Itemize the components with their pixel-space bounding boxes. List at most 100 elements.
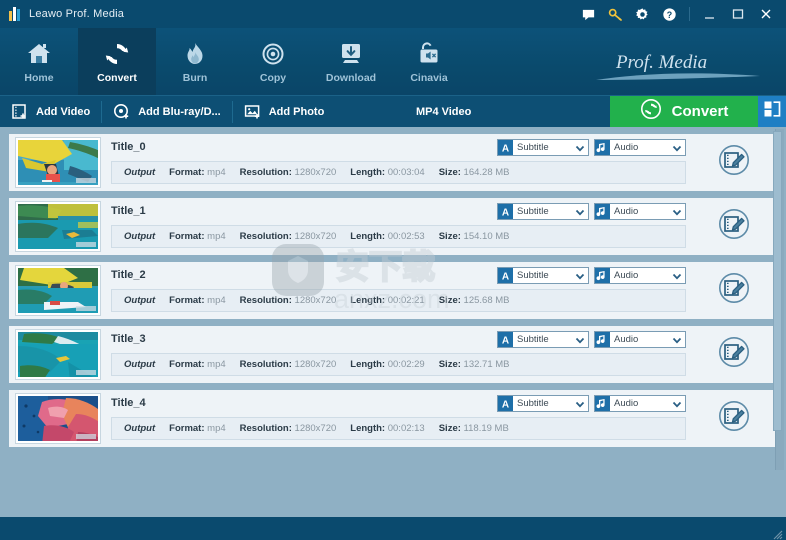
chevron-down-icon[interactable]	[572, 140, 588, 155]
table-row[interactable]: Title_1 Output Format: mp4 Resolution: 1…	[8, 197, 778, 256]
table-row[interactable]: Title_3 Output Format: mp4 Resolution: 1…	[8, 325, 778, 384]
chevron-down-icon[interactable]	[669, 204, 685, 219]
chevron-down-icon[interactable]	[669, 140, 685, 155]
table-row[interactable]: Title_0 Output Format: mp4 Resolution: 1…	[8, 133, 778, 192]
table-row[interactable]: Title_2 Output Format: mp4 Resolution: 1…	[8, 261, 778, 320]
format-value: mp4	[207, 167, 226, 178]
subtitle-value: Subtitle	[517, 142, 549, 153]
resolution-value: 1280x720	[294, 359, 337, 370]
close-icon[interactable]	[758, 7, 774, 21]
nav-item-copy[interactable]: Copy	[234, 28, 312, 95]
add-photo-button[interactable]: Add Photo	[233, 96, 336, 128]
action-toolbar: Add Video Add Blu-ray/D... Add Photo MP4…	[0, 95, 786, 128]
edit-button[interactable]	[696, 134, 772, 191]
length-label: Length:	[350, 295, 386, 306]
chevron-down-icon[interactable]	[572, 268, 588, 283]
audio-value: Audio	[614, 206, 639, 217]
resolution-label: Resolution:	[239, 231, 292, 242]
format-value: mp4	[207, 423, 226, 434]
chevron-down-icon[interactable]	[669, 332, 685, 347]
size-value: 164.28 MB	[463, 167, 510, 178]
chevron-down-icon[interactable]	[669, 268, 685, 283]
scrollbar-thumb[interactable]	[773, 131, 782, 431]
add-bluray-button[interactable]: Add Blu-ray/D...	[102, 96, 232, 128]
title-bar-controls: ?	[581, 7, 786, 22]
chevron-down-icon[interactable]	[572, 204, 588, 219]
nav-label-convert: Convert	[97, 71, 137, 84]
row-title: Title_0	[111, 141, 146, 153]
edit-button[interactable]	[696, 326, 772, 383]
length-label: Length:	[350, 167, 386, 178]
convert-button[interactable]: Convert	[610, 95, 758, 128]
maximize-icon[interactable]	[730, 7, 746, 21]
subtitle-a-icon: A	[498, 332, 513, 347]
audio-note-icon	[595, 204, 610, 219]
subtitle-a-icon: A	[498, 396, 513, 411]
thumbnail	[15, 393, 101, 444]
size-field: Size: 154.10 MB	[439, 231, 510, 242]
chevron-down-icon[interactable]	[572, 396, 588, 411]
thumbnail	[15, 265, 101, 316]
minimize-icon[interactable]	[702, 7, 718, 21]
resolution-field: Resolution: 1280x720	[240, 231, 337, 242]
output-format-label[interactable]: MP4 Video	[335, 106, 610, 118]
audio-value: Audio	[614, 142, 639, 153]
track-selects: A Subtitle Audio	[497, 267, 686, 284]
subtitle-select[interactable]: A Subtitle	[497, 331, 589, 348]
output-info: Output Format: mp4 Resolution: 1280x720 …	[111, 289, 686, 312]
track-selects: A Subtitle Audio	[497, 139, 686, 156]
gear-icon[interactable]	[635, 7, 650, 22]
audio-note-icon	[595, 332, 610, 347]
add-video-button[interactable]: Add Video	[0, 96, 101, 128]
edit-button[interactable]	[696, 262, 772, 319]
audio-select[interactable]: Audio	[594, 267, 686, 284]
format-label: Format:	[169, 231, 205, 242]
window-title: Leawo Prof. Media	[29, 8, 125, 20]
audio-select[interactable]: Audio	[594, 395, 686, 412]
nav-item-burn[interactable]: Burn	[156, 28, 234, 95]
output-info: Output Format: mp4 Resolution: 1280x720 …	[111, 225, 686, 248]
scrollbar-track[interactable]	[773, 129, 784, 470]
format-value: mp4	[207, 231, 226, 242]
format-field: Format: mp4	[169, 423, 226, 434]
convert-circle-icon	[640, 98, 662, 125]
subtitle-select[interactable]: A Subtitle	[497, 203, 589, 220]
format-value: mp4	[207, 295, 226, 306]
edit-video-icon	[717, 271, 751, 310]
title-bar-divider	[689, 7, 690, 21]
edit-button[interactable]	[696, 390, 772, 447]
panel-toggle-button[interactable]	[758, 95, 786, 128]
nav-item-download[interactable]: Download	[312, 28, 390, 95]
svg-text:A: A	[502, 271, 509, 282]
row-title: Title_2	[111, 269, 146, 281]
audio-note-icon	[595, 396, 610, 411]
edit-button[interactable]	[696, 198, 772, 255]
size-value: 118.19 MB	[463, 423, 509, 434]
subtitle-value: Subtitle	[517, 334, 549, 345]
chevron-down-icon[interactable]	[669, 396, 685, 411]
chevron-down-icon[interactable]	[572, 332, 588, 347]
row-title: Title_4	[111, 397, 146, 409]
help-circle-icon[interactable]: ?	[662, 7, 677, 22]
row-title: Title_1	[111, 205, 146, 217]
audio-select[interactable]: Audio	[594, 139, 686, 156]
nav-item-home[interactable]: Home	[0, 28, 78, 95]
key-icon[interactable]	[608, 7, 623, 22]
size-label: Size:	[438, 231, 461, 242]
thumbnail-timestamp	[76, 306, 96, 311]
subtitle-select[interactable]: A Subtitle	[497, 395, 589, 412]
subtitle-value: Subtitle	[517, 206, 549, 217]
length-field: Length: 00:02:53	[350, 231, 424, 242]
nav-item-cinavia[interactable]: Cinavia	[390, 28, 468, 95]
subtitle-select[interactable]: A Subtitle	[497, 139, 589, 156]
nav-item-convert[interactable]: Convert	[78, 28, 156, 95]
resize-grip-icon[interactable]	[772, 527, 783, 540]
subtitle-select[interactable]: A Subtitle	[497, 267, 589, 284]
add-photo-label: Add Photo	[268, 105, 325, 118]
table-row[interactable]: Title_4 Output Format: mp4 Resolution: 1…	[8, 389, 778, 448]
chat-bubble-icon[interactable]	[581, 7, 596, 22]
panel-toggle-icon	[763, 100, 781, 123]
audio-select[interactable]: Audio	[594, 331, 686, 348]
audio-select[interactable]: Audio	[594, 203, 686, 220]
resolution-field: Resolution: 1280x720	[240, 295, 337, 306]
